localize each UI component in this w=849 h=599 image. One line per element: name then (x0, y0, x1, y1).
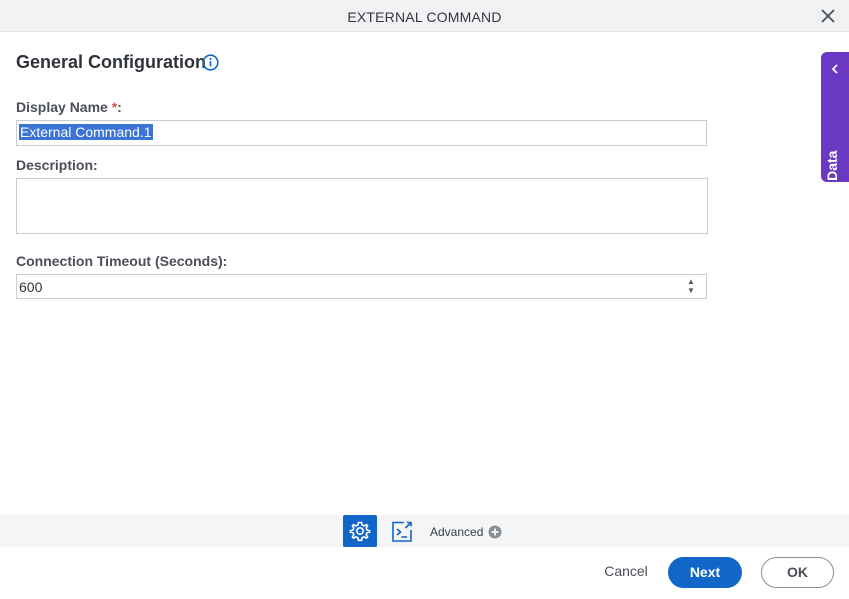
next-button[interactable]: Next (668, 557, 742, 588)
dialog-titlebar: EXTERNAL COMMAND (0, 0, 849, 32)
timeout-value: 600 (19, 279, 43, 295)
app-data-tab[interactable]: App Data (821, 52, 849, 212)
dialog-title: EXTERNAL COMMAND (347, 9, 502, 25)
info-icon[interactable] (202, 54, 219, 71)
gear-icon (349, 521, 371, 542)
description-textarea[interactable] (16, 178, 708, 234)
description-label: Description: (16, 157, 98, 173)
timeout-input[interactable]: 600 ▲ ▼ (16, 274, 707, 299)
chevron-left-icon (831, 64, 838, 74)
stepper-down-icon[interactable]: ▼ (686, 286, 696, 295)
app-data-label: App Data (824, 150, 840, 212)
advanced-label[interactable]: Advanced (430, 525, 483, 539)
timeout-stepper[interactable]: ▲ ▼ (686, 277, 696, 295)
close-icon[interactable] (820, 8, 836, 24)
plus-circle-icon[interactable] (488, 525, 502, 539)
terminal-icon (392, 521, 412, 542)
general-config-tab[interactable] (343, 515, 377, 547)
section-title: General Configuration (16, 52, 207, 72)
ok-button[interactable]: OK (761, 557, 834, 588)
timeout-label: Connection Timeout (Seconds): (16, 253, 228, 269)
external-command-tab[interactable] (384, 515, 418, 547)
cancel-button[interactable]: Cancel (596, 563, 656, 583)
step-bar: Advanced (0, 515, 849, 547)
display-name-value: External Command.1 (19, 124, 153, 140)
stepper-up-icon[interactable]: ▲ (686, 277, 696, 286)
display-name-input[interactable]: External Command.1 (16, 120, 707, 146)
display-name-label: Display Name *: (16, 99, 122, 115)
